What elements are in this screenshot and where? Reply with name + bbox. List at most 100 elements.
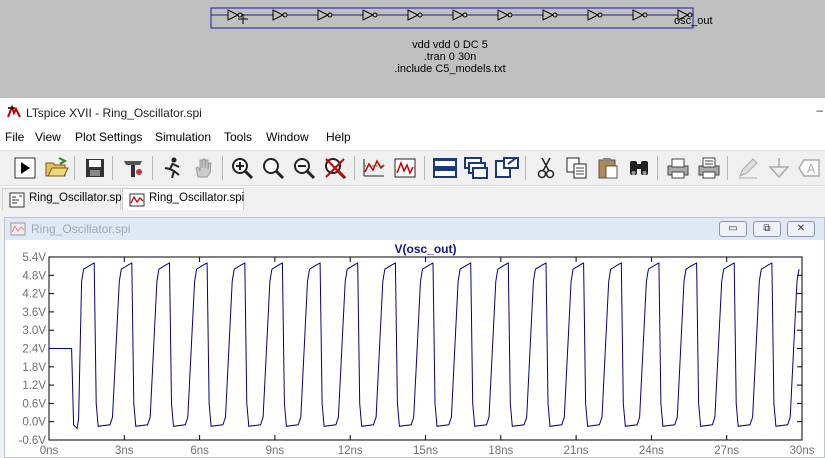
toolbar-separator — [525, 156, 526, 180]
y-tick-label: 3.6V — [22, 307, 46, 319]
zoom-out-icon[interactable] — [291, 155, 317, 181]
close-button[interactable]: ✕ — [787, 221, 815, 237]
toolbar-separator — [727, 156, 728, 180]
waveform-window-title: Ring_Oscillator.spi — [31, 222, 131, 236]
control-panel-icon[interactable] — [120, 155, 146, 181]
y-tick-label: 0.0V — [22, 417, 46, 429]
x-tick-label: 15ns — [413, 445, 438, 457]
y-tick-label: 0.6V — [22, 398, 46, 410]
menu-tools[interactable]: Tools — [224, 130, 252, 144]
x-tick-label: 27ns — [714, 445, 739, 457]
x-tick-label: 18ns — [488, 445, 513, 457]
halt-icon[interactable] — [159, 155, 185, 181]
restore-icon: ⧉ — [763, 223, 771, 234]
close-icon: ✕ — [796, 223, 806, 234]
tab-label: Ring_Oscillator.spi — [149, 192, 245, 204]
toolbar-separator — [424, 156, 425, 180]
x-tick-label: 0ns — [40, 445, 59, 457]
spice-directive[interactable]: vdd vdd 0 DC 5 — [350, 40, 550, 51]
inverter-symbol[interactable] — [587, 9, 603, 21]
copy-icon[interactable] — [564, 155, 590, 181]
toolbar: A — [0, 150, 825, 186]
open-icon[interactable] — [43, 155, 69, 181]
menu-file[interactable]: File — [5, 130, 24, 144]
menu-plot-settings[interactable]: Plot Settings — [75, 130, 142, 144]
inverter-symbol[interactable] — [632, 9, 648, 21]
x-tick-label: 12ns — [338, 445, 363, 457]
y-tick-label: 4.2V — [22, 289, 46, 301]
y-tick-label: 2.4V — [22, 344, 46, 356]
cut-icon[interactable] — [533, 155, 559, 181]
menu-bar: File View Plot Settings Simulation Tools… — [0, 128, 825, 148]
tab-waveform[interactable]: Ring_Oscillator.spi — [122, 188, 244, 210]
toolbar-separator — [152, 156, 153, 180]
toolbar-separator — [222, 156, 223, 180]
print-icon[interactable] — [665, 155, 691, 181]
inverter-symbol[interactable] — [272, 9, 288, 21]
zoom-in-icon[interactable] — [229, 155, 255, 181]
pencil-icon[interactable] — [735, 155, 761, 181]
x-tick-label: 6ns — [190, 445, 209, 457]
plot-frame — [48, 256, 803, 441]
tab-schematic[interactable]: Ring_Oscillator.spi — [2, 188, 125, 210]
restore-button[interactable]: ⧉ — [753, 221, 781, 237]
save-icon[interactable] — [82, 155, 108, 181]
tile-vertical-icon[interactable] — [494, 155, 520, 181]
paste-icon[interactable] — [595, 155, 621, 181]
menu-simulation[interactable]: Simulation — [155, 130, 211, 144]
x-tick-label: 24ns — [639, 445, 664, 457]
schematic-window: vdd vdd 0 DC 5 .tran 0 30n .include C5_m… — [0, 0, 825, 98]
print-setup-icon[interactable] — [696, 155, 722, 181]
label-icon[interactable]: A — [796, 155, 822, 181]
waveform-plot[interactable]: V(osc_out) 5.4V 4.8V 4.2V 3.6V 3.0V 2.4V 1.8V 1.… — [5, 240, 824, 458]
toolbar-separator — [74, 156, 75, 180]
y-tick-label: 1.2V — [22, 380, 46, 392]
inverter-symbol[interactable] — [497, 9, 513, 21]
tab-label: Ring_Oscillator.spi — [29, 192, 125, 204]
ground-icon[interactable] — [766, 155, 792, 181]
net-label[interactable]: osc_out — [674, 15, 713, 27]
minimize-icon[interactable]: – — [809, 103, 823, 117]
inverter-symbol[interactable] — [452, 9, 468, 21]
menu-help[interactable]: Help — [326, 130, 351, 144]
minimize-button[interactable]: ▭ — [719, 221, 747, 237]
y-tick-label: 4.8V — [22, 270, 46, 282]
mdi-area: Ring_Oscillator.spi ▭ ⧉ ✕ V(osc_out) 5.4V… — [0, 211, 825, 458]
pan-icon[interactable] — [190, 155, 216, 181]
toolbar-separator — [112, 156, 113, 180]
ltspice-logo-icon[interactable] — [6, 104, 22, 120]
waveform-icon — [10, 222, 26, 236]
toolbar-separator — [657, 156, 658, 180]
window-title: LTspice XVII - Ring_Oscillator.spi — [26, 106, 202, 120]
autorange-icon[interactable] — [361, 155, 387, 181]
tile-horizontal-icon[interactable] — [432, 155, 458, 181]
schematic-icon — [9, 192, 25, 208]
menu-view[interactable]: View — [35, 130, 61, 144]
zoom-area-icon[interactable] — [260, 155, 286, 181]
title-bar: LTspice XVII - Ring_Oscillator.spi – — [0, 98, 825, 128]
inverter-symbol[interactable] — [542, 9, 558, 21]
x-tick-label: 9ns — [266, 445, 285, 457]
waveform-window: Ring_Oscillator.spi ▭ ⧉ ✕ V(osc_out) 5.4V… — [4, 217, 825, 458]
spice-directive[interactable]: .include C5_models.txt — [350, 64, 550, 75]
find-icon[interactable] — [626, 155, 652, 181]
inverter-symbol[interactable] — [407, 9, 423, 21]
run-icon[interactable] — [12, 155, 38, 181]
feedback-wire — [210, 7, 694, 29]
trace-label[interactable]: V(osc_out) — [394, 242, 456, 256]
y-tick-label: 3.0V — [22, 325, 46, 337]
y-tick-label: 5.4V — [22, 252, 46, 264]
cascade-icon[interactable] — [463, 155, 489, 181]
waveform-window-titlebar[interactable]: Ring_Oscillator.spi ▭ ⧉ ✕ — [5, 218, 824, 240]
inverter-symbol[interactable] — [362, 9, 378, 21]
x-tick-label: 3ns — [115, 445, 134, 457]
document-tab-bar: Ring_Oscillator.spi Ring_Oscillator.spi — [0, 187, 825, 211]
fft-icon[interactable] — [392, 155, 418, 181]
spice-directive[interactable]: .tran 0 30n — [350, 52, 550, 63]
zoom-cancel-icon[interactable] — [322, 155, 348, 181]
menu-window[interactable]: Window — [266, 130, 309, 144]
svg-text:A: A — [807, 162, 816, 176]
y-tick-label: 1.8V — [22, 362, 46, 374]
inverter-symbol[interactable] — [317, 9, 333, 21]
x-tick-label: 21ns — [564, 445, 589, 457]
